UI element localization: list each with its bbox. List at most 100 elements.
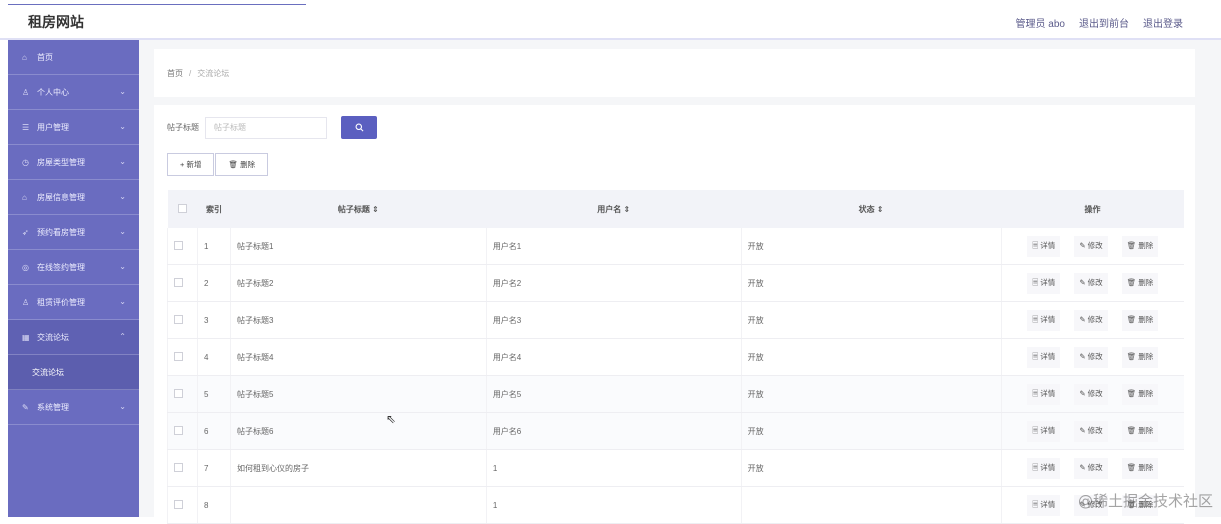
row-select-cell[interactable]	[167, 338, 198, 376]
table-row: 4 帖子标题4 用户名4 开放 🗏 详情 ✎ 修改 🗑 删除	[167, 338, 1184, 376]
sidebar-item-label: 预约看房管理	[37, 227, 85, 237]
back-to-frontend-link[interactable]: 退出到前台	[1079, 15, 1129, 30]
edit-button[interactable]: ✎ 修改	[1074, 272, 1108, 294]
row-index: 5	[196, 375, 231, 413]
breadcrumb-current: 交流论坛	[197, 68, 230, 78]
add-button[interactable]: + 新增	[167, 153, 215, 176]
search-row: 帖子标题 帖子标题	[167, 116, 377, 139]
sidebar-item-label: 系统管理	[37, 402, 69, 412]
row-select-cell[interactable]	[167, 301, 198, 339]
row-title: 帖子标题3	[229, 301, 487, 339]
sidebar-item-house-types[interactable]: ◷ 房屋类型管理 ⌄	[8, 145, 139, 180]
row-delete-button[interactable]: 🗑 删除	[1121, 346, 1159, 368]
sidebar-item-home[interactable]: ⌂ 首页	[8, 40, 139, 75]
sidebar-item-house-info[interactable]: ⌂ 房屋信息管理 ⌄	[8, 180, 139, 215]
row-select-cell[interactable]	[167, 449, 198, 487]
edit-button[interactable]: ✎ 修改	[1074, 309, 1108, 331]
edit-button[interactable]: ✎ 修改	[1074, 457, 1108, 479]
edit-button[interactable]: ✎ 修改	[1074, 346, 1108, 368]
detail-button[interactable]: 🗏 详情	[1027, 494, 1061, 516]
detail-button[interactable]: 🗏 详情	[1027, 457, 1061, 479]
edit-button[interactable]: ✎ 修改	[1074, 235, 1108, 257]
detail-button[interactable]: 🗏 详情	[1027, 346, 1061, 368]
globe-icon: ◎	[22, 262, 29, 272]
row-user: 用户名1	[485, 228, 742, 265]
row-delete-button[interactable]: 🗑 删除	[1121, 309, 1159, 331]
column-header-status[interactable]: 状态 ⇕	[741, 190, 1001, 228]
sidebar-item-contracts[interactable]: ◎ 在线签约管理 ⌄	[8, 250, 139, 285]
row-select-cell[interactable]	[167, 486, 198, 524]
row-status: 开放	[740, 338, 1001, 376]
chevron-down-icon: ⌄	[119, 227, 126, 236]
column-header-user[interactable]: 用户名 ⇕	[486, 190, 742, 228]
row-checkbox[interactable]	[174, 499, 183, 509]
row-index: 3	[196, 301, 231, 339]
row-status: 开放	[740, 228, 1001, 265]
select-all-checkbox[interactable]	[177, 203, 187, 213]
search-label: 帖子标题	[167, 123, 199, 132]
row-user: 用户名2	[485, 264, 742, 302]
select-all-cell[interactable]	[167, 190, 198, 228]
row-select-cell[interactable]	[167, 375, 198, 413]
chevron-down-icon: ⌄	[119, 262, 126, 271]
row-checkbox[interactable]	[174, 388, 183, 398]
row-title: 帖子标题2	[229, 264, 487, 302]
detail-button[interactable]: 🗏 详情	[1027, 235, 1061, 257]
content-card: 帖子标题 帖子标题 + 新增 🗑 删除 索引 帖子标题 ⇕ 用户名 ⇕ 状态 ⇕…	[154, 105, 1195, 524]
sidebar-item-system[interactable]: ✎ 系统管理 ⌄	[8, 390, 139, 425]
sidebar-item-viewing[interactable]: ➶ 预约看房管理 ⌄	[8, 215, 139, 250]
row-index: 1	[196, 228, 231, 265]
detail-button[interactable]: 🗏 详情	[1027, 309, 1061, 331]
row-checkbox[interactable]	[174, 351, 183, 361]
detail-button[interactable]: 🗏 详情	[1027, 420, 1061, 442]
search-button[interactable]	[341, 116, 377, 139]
edit-button[interactable]: ✎ 修改	[1074, 420, 1108, 442]
row-actions: 🗏 详情 ✎ 修改 🗑 删除	[1000, 338, 1184, 376]
breadcrumb-home[interactable]: 首页	[167, 68, 183, 79]
mouse-cursor-icon: ⇖	[386, 412, 397, 426]
row-select-cell[interactable]	[167, 228, 198, 265]
row-select-cell[interactable]	[167, 264, 198, 302]
row-delete-button[interactable]: 🗑 删除	[1121, 457, 1159, 479]
top-bar: 租房网站 管理员 abo 退出到前台 退出登录	[0, 0, 1221, 40]
row-index: 6	[196, 412, 231, 450]
row-user: 1	[485, 449, 742, 487]
row-user: 用户名6	[485, 412, 742, 450]
edit-button[interactable]: ✎ 修改	[1074, 383, 1108, 405]
table-row: 3 帖子标题3 用户名3 开放 🗏 详情 ✎ 修改 🗑 删除	[167, 301, 1184, 339]
row-status	[740, 486, 1001, 524]
row-select-cell[interactable]	[167, 412, 198, 450]
sidebar-item-users[interactable]: ☰ 用户管理 ⌄	[8, 110, 139, 145]
row-checkbox[interactable]	[174, 314, 183, 324]
row-index: 7	[196, 449, 231, 487]
sidebar-item-forum[interactable]: ▦ 交流论坛 ⌃	[8, 320, 139, 355]
detail-button[interactable]: 🗏 详情	[1027, 383, 1061, 405]
row-checkbox[interactable]	[174, 277, 183, 287]
admin-user-link[interactable]: 管理员 abo	[1016, 15, 1065, 30]
site-brand: 租房网站	[28, 14, 84, 30]
person-icon: ♙	[22, 297, 30, 307]
row-delete-button[interactable]: 🗑 删除	[1121, 420, 1159, 442]
row-checkbox[interactable]	[174, 462, 183, 472]
sidebar-subitem-forum[interactable]: 交流论坛	[8, 355, 139, 390]
logout-link[interactable]: 退出登录	[1143, 15, 1183, 30]
row-delete-button[interactable]: 🗑 删除	[1121, 383, 1159, 405]
column-header-title[interactable]: 帖子标题 ⇕	[230, 190, 487, 228]
chevron-down-icon: ⌄	[119, 87, 126, 96]
detail-button[interactable]: 🗏 详情	[1027, 272, 1061, 294]
clock-icon: ◷	[22, 157, 29, 167]
sidebar-item-profile[interactable]: ♙ 个人中心 ⌄	[8, 75, 139, 110]
row-checkbox[interactable]	[174, 240, 183, 250]
row-status: 开放	[740, 375, 1001, 413]
sidebar-item-reviews[interactable]: ♙ 租赁评价管理 ⌄	[8, 285, 139, 320]
row-checkbox[interactable]	[174, 425, 183, 435]
sidebar-item-label: 租赁评价管理	[37, 297, 85, 307]
row-delete-button[interactable]: 🗑 删除	[1121, 272, 1159, 294]
row-title: 帖子标题6	[229, 412, 487, 450]
table-row: 1 帖子标题1 用户名1 开放 🗏 详情 ✎ 修改 🗑 删除	[167, 228, 1184, 265]
row-title: 如何租到心仪的房子	[229, 449, 487, 487]
row-delete-button[interactable]: 🗑 删除	[1121, 235, 1159, 257]
row-title: 帖子标题1	[229, 228, 487, 265]
delete-button[interactable]: 🗑 删除	[215, 153, 269, 176]
search-input[interactable]: 帖子标题	[205, 116, 327, 139]
